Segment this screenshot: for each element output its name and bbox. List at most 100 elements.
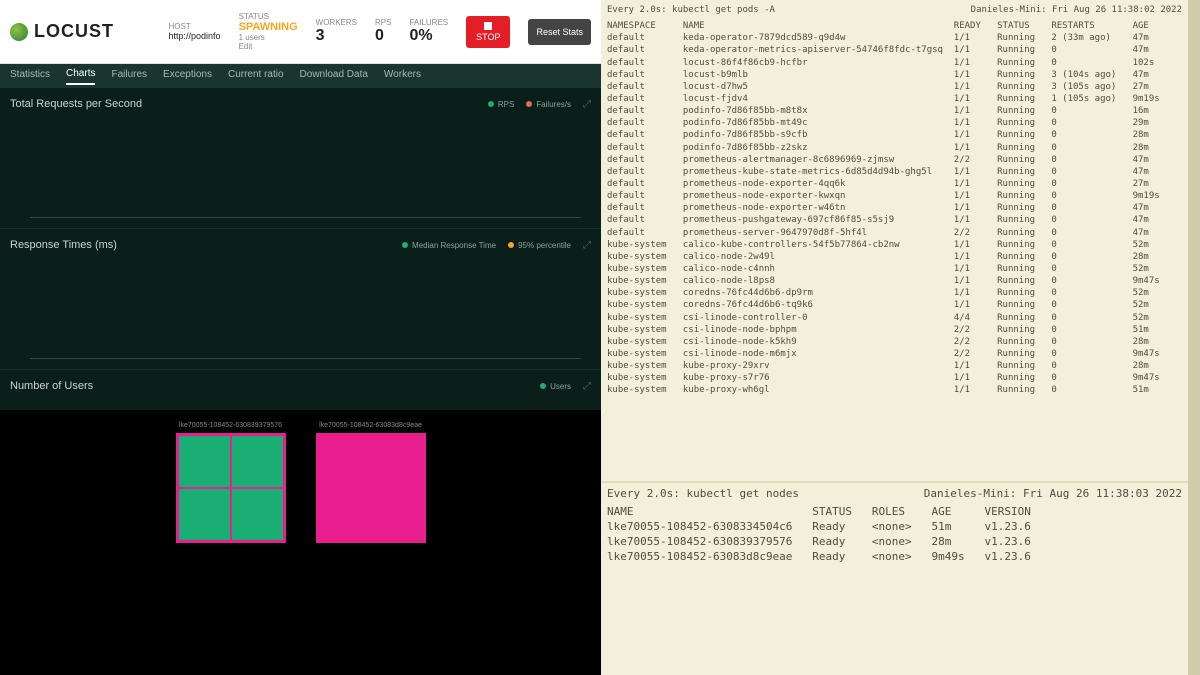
table-row: default prometheus-node-exporter-w46tn 1… xyxy=(607,202,1182,214)
failures-metric: FAILURES 0% xyxy=(409,18,448,45)
dot-icon xyxy=(540,383,546,389)
pod-cell xyxy=(232,489,283,540)
failures-label: FAILURES xyxy=(409,18,448,27)
stop-button[interactable]: STOP xyxy=(466,16,510,48)
table-row: default podinfo-7d86f85bb-z2skz 1/1 Runn… xyxy=(607,142,1182,154)
table-row: default prometheus-node-exporter-kwxqn 1… xyxy=(607,190,1182,202)
table-row: default prometheus-node-exporter-4qq6k 1… xyxy=(607,178,1182,190)
expand-icon[interactable]: ⤢ xyxy=(583,240,591,251)
node-grid-viz: lke70055-108452-630839379576 lke70055-10… xyxy=(0,410,601,675)
grid-label-2: lke70055-108452-63083d8c9eae xyxy=(319,422,422,429)
table-row: kube-system calico-kube-controllers-54f5… xyxy=(607,239,1182,251)
chart-users-legend: Users ⤢ xyxy=(540,381,591,392)
table-row: kube-system kube-proxy-29xrv 1/1 Running… xyxy=(607,360,1182,372)
chart-rps-legend: RPS Failures/s ⤢ xyxy=(488,99,591,110)
table-row: kube-system csi-linode-node-m6mjx 2/2 Ru… xyxy=(607,348,1182,360)
dot-icon xyxy=(402,242,408,248)
tab-charts[interactable]: Charts xyxy=(66,68,95,85)
pod-cell xyxy=(232,436,283,487)
table-row: lke70055-108452-6308334504c6 Ready <none… xyxy=(607,520,1182,535)
nodes-table: NAME STATUS ROLES AGE VERSION lke70055-1… xyxy=(607,505,1182,564)
stop-label: STOP xyxy=(476,32,500,42)
logo: LOCUST xyxy=(10,21,114,42)
terminal-pods[interactable]: Every 2.0s: kubectl get pods -A Danieles… xyxy=(601,0,1188,401)
chart-rps-body xyxy=(10,118,591,218)
logo-text: LOCUST xyxy=(34,21,114,42)
pods-table: NAMESPACE NAME READY STATUS RESTARTS AGE… xyxy=(607,20,1182,396)
locust-icon xyxy=(10,23,28,41)
reset-button[interactable]: Reset Stats xyxy=(528,19,591,45)
chart-users-title: Number of Users xyxy=(10,380,93,392)
table-row: lke70055-108452-630839379576 Ready <none… xyxy=(607,535,1182,550)
locust-header: LOCUST HOST http://podinfo STATUS SPAWNI… xyxy=(0,0,601,64)
table-row: default podinfo-7d86f85bb-s9cfb 1/1 Runn… xyxy=(607,129,1182,141)
grid-box-1[interactable] xyxy=(176,433,286,543)
status-value: SPAWNING xyxy=(239,21,298,33)
chart-rt-panel: Response Times (ms) Median Response Time… xyxy=(0,229,601,370)
nodes-header: NAME STATUS ROLES AGE VERSION xyxy=(607,505,1182,520)
status-metric: STATUS SPAWNING 1 users Edit xyxy=(239,12,298,51)
table-row: default locust-d7hw5 1/1 Running 3 (105s… xyxy=(607,81,1182,93)
rps-metric: RPS 0 xyxy=(375,18,391,45)
tab-failures[interactable]: Failures xyxy=(111,69,147,84)
tab-download[interactable]: Download Data xyxy=(300,69,368,84)
term-host: Danieles-Mini: Fri Aug 26 11:38:02 2022 xyxy=(971,4,1182,16)
table-row: kube-system csi-linode-controller-0 4/4 … xyxy=(607,312,1182,324)
grid-box-2[interactable] xyxy=(316,433,426,543)
tab-current-ratio[interactable]: Current ratio xyxy=(228,69,284,84)
failures-value: 0% xyxy=(409,27,448,45)
chart-rps-panel: Total Requests per Second RPS Failures/s… xyxy=(0,88,601,229)
table-row: default prometheus-kube-state-metrics-6d… xyxy=(607,166,1182,178)
dot-icon xyxy=(488,101,494,107)
host-value: http://podinfo xyxy=(169,31,221,41)
tab-statistics[interactable]: Statistics xyxy=(10,69,50,84)
header-metrics: HOST http://podinfo STATUS SPAWNING 1 us… xyxy=(169,12,591,51)
table-row: kube-system calico-node-l8ps8 1/1 Runnin… xyxy=(607,275,1182,287)
table-row: default locust-b9mlb 1/1 Running 3 (104s… xyxy=(607,69,1182,81)
status-users: 1 users xyxy=(239,33,298,42)
host-label: HOST xyxy=(169,22,221,31)
table-row: default locust-86f4f86cb9-hcfbr 1/1 Runn… xyxy=(607,57,1182,69)
status-label: STATUS xyxy=(239,12,298,21)
chart-rt-body xyxy=(10,259,591,359)
expand-icon[interactable]: ⤢ xyxy=(583,381,591,392)
table-row: kube-system kube-proxy-s7r76 1/1 Running… xyxy=(607,372,1182,384)
term-host: Danieles-Mini: Fri Aug 26 11:38:03 2022 xyxy=(924,487,1182,502)
terminal-nodes[interactable]: Every 2.0s: kubectl get nodes Danieles-M… xyxy=(601,481,1188,569)
host-metric: HOST http://podinfo xyxy=(169,22,221,41)
workers-value: 3 xyxy=(316,27,357,45)
table-row: kube-system csi-linode-node-bphpm 2/2 Ru… xyxy=(607,324,1182,336)
expand-icon[interactable]: ⤢ xyxy=(583,99,591,110)
table-row: kube-system coredns-76fc44d6b6-tq9k6 1/1… xyxy=(607,299,1182,311)
edit-link[interactable]: Edit xyxy=(239,42,298,51)
table-row: kube-system csi-linode-node-k5kh9 2/2 Ru… xyxy=(607,336,1182,348)
chart-rt-title: Response Times (ms) xyxy=(10,239,117,251)
term-cmd: Every 2.0s: kubectl get pods -A xyxy=(607,4,775,16)
charts-area: Total Requests per Second RPS Failures/s… xyxy=(0,88,601,675)
tab-exceptions[interactable]: Exceptions xyxy=(163,69,212,84)
table-row: default prometheus-alertmanager-8c689696… xyxy=(607,154,1182,166)
chart-rps-title: Total Requests per Second xyxy=(10,98,142,110)
workers-label: WORKERS xyxy=(316,18,357,27)
dot-icon xyxy=(526,101,532,107)
nav-tabs: Statistics Charts Failures Exceptions Cu… xyxy=(0,64,601,88)
table-row: default podinfo-7d86f85bb-m8t8x 1/1 Runn… xyxy=(607,105,1182,117)
pod-cell xyxy=(179,489,230,540)
table-row: default prometheus-server-9647970d8f-5hf… xyxy=(607,227,1182,239)
dot-icon xyxy=(508,242,514,248)
tab-workers[interactable]: Workers xyxy=(384,69,421,84)
chart-users-panel: Number of Users Users ⤢ xyxy=(0,370,601,410)
table-row: kube-system kube-proxy-wh6gl 1/1 Running… xyxy=(607,384,1182,396)
workers-metric: WORKERS 3 xyxy=(316,18,357,45)
scrollbar[interactable] xyxy=(1188,0,1200,675)
pod-cell xyxy=(179,436,230,487)
rps-value: 0 xyxy=(375,27,391,45)
grid-node-1: lke70055-108452-630839379576 xyxy=(176,422,286,543)
locust-pane: LOCUST HOST http://podinfo STATUS SPAWNI… xyxy=(0,0,601,675)
table-row: kube-system coredns-76fc44d6b6-dp9rm 1/1… xyxy=(607,287,1182,299)
table-row: lke70055-108452-63083d8c9eae Ready <none… xyxy=(607,550,1182,565)
table-row: kube-system calico-node-2w49l 1/1 Runnin… xyxy=(607,251,1182,263)
rps-label: RPS xyxy=(375,18,391,27)
stop-icon xyxy=(484,22,492,30)
table-row: default podinfo-7d86f85bb-mt49c 1/1 Runn… xyxy=(607,117,1182,129)
